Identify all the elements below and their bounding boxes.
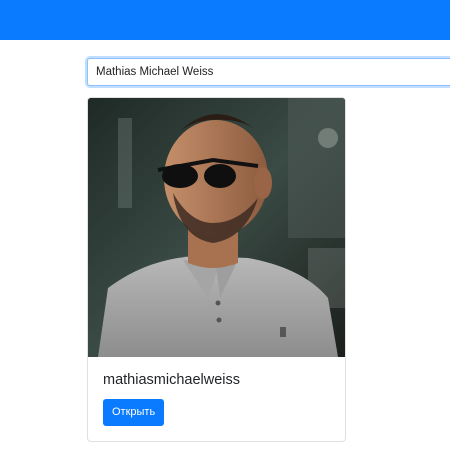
top-navbar <box>0 0 450 40</box>
profile-photo-image <box>88 98 345 357</box>
profile-photo <box>88 98 345 357</box>
profile-card: mathiasmichaelweiss Открыть <box>87 97 346 442</box>
search-input[interactable] <box>87 58 450 86</box>
profile-username: mathiasmichaelweiss <box>103 372 240 388</box>
search-container <box>87 58 450 86</box>
open-button[interactable]: Открыть <box>103 399 165 426</box>
